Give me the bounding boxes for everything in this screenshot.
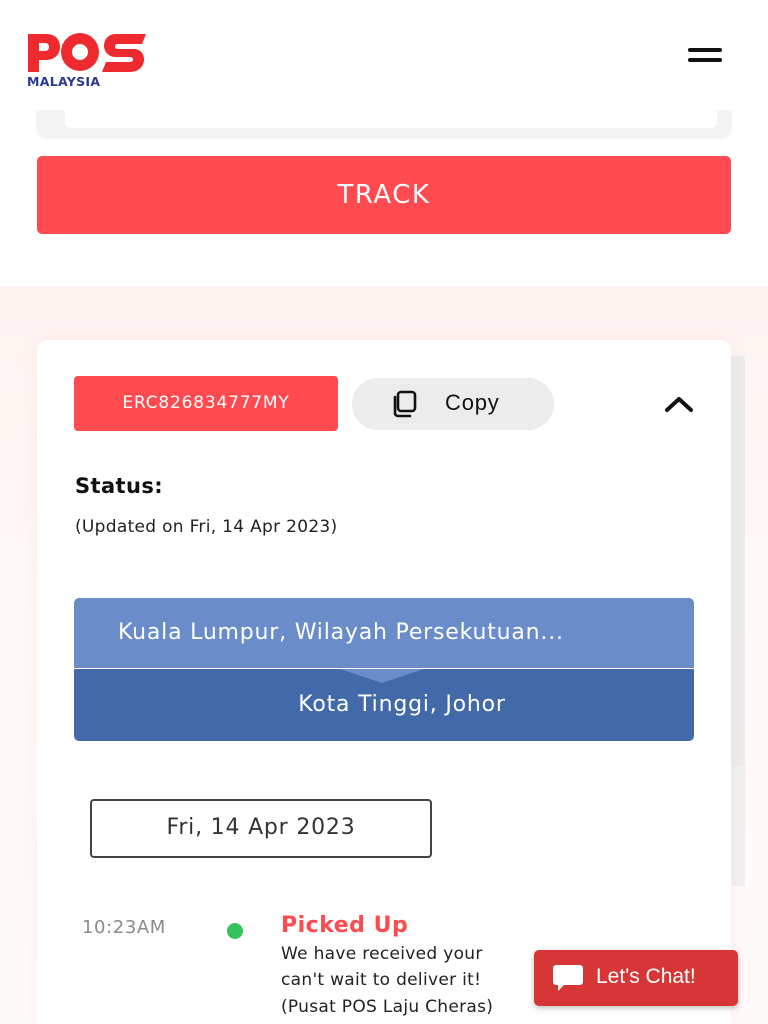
pos-malaysia-logo[interactable]: MALAYSIA (26, 30, 150, 90)
tracking-number-badge: ERC826834777MY (74, 376, 338, 431)
logo-subtext: MALAYSIA (27, 74, 101, 89)
copy-label: Copy (445, 390, 500, 415)
menu-bar-bottom (688, 58, 722, 62)
hamburger-menu-icon[interactable] (688, 46, 724, 66)
next-card-edge-lower (731, 766, 745, 886)
chat-bubble-icon (553, 965, 583, 991)
route-origin: Kuala Lumpur, Wilayah Persekutuan... (74, 598, 694, 668)
menu-bar-top (688, 48, 722, 52)
event-time: 10:23AM (82, 917, 166, 938)
route-arrow-icon (340, 669, 424, 683)
copy-icon (393, 390, 417, 418)
site-header: MALAYSIA (0, 0, 768, 118)
status-label: Status: (75, 474, 164, 498)
track-button[interactable]: TRACK (37, 156, 731, 234)
event-date: Fri, 14 Apr 2023 (90, 799, 432, 858)
tracking-input[interactable] (65, 110, 717, 128)
next-card-edge (731, 356, 745, 766)
chevron-up-icon[interactable] (664, 394, 694, 414)
event-description-line-1: We have received your (281, 944, 483, 964)
event-location: (Pusat POS Laju Cheras) (281, 997, 494, 1017)
tracking-input-container (37, 110, 731, 136)
chat-label: Let's Chat! (596, 965, 696, 988)
event-status: Picked Up (281, 913, 409, 938)
status-dot-icon (227, 923, 243, 939)
event-description-start: We have received your (281, 944, 483, 964)
lets-chat-button[interactable]: Let's Chat! (534, 950, 738, 1006)
copy-button[interactable]: Copy (352, 378, 554, 430)
event-description-line-2: can't wait to deliver it! (281, 970, 482, 990)
updated-text: (Updated on Fri, 14 Apr 2023) (75, 517, 338, 537)
pos-logo-mark (28, 33, 146, 72)
